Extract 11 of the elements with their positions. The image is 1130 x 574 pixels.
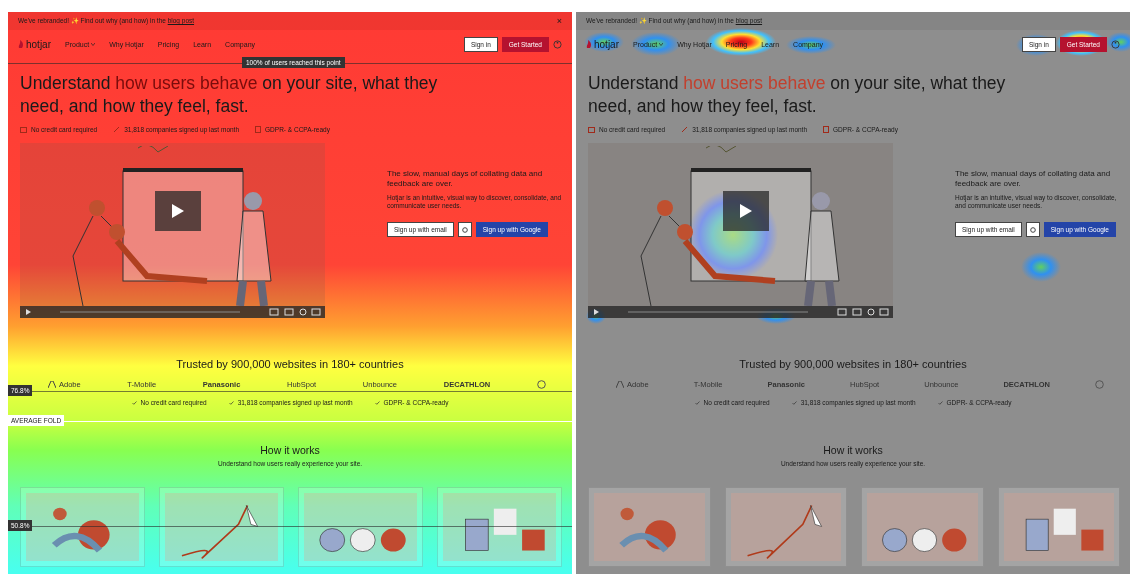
hero-headline: Understand how users behave on your site, what they need, and how they feel, fast. <box>588 72 1007 118</box>
close-button[interactable]: × <box>556 16 562 26</box>
section-title: How it works <box>822 444 884 456</box>
section-heading: The slow, manual days of collating data and feedback are over. <box>387 169 544 189</box>
logo-text[interactable]: hotjar <box>26 38 51 50</box>
section-heading: The slow, manual days of collating data and feedback are over. <box>955 169 1112 189</box>
trusted-heading: Trusted by 900,000 websites in 180+ countries <box>738 358 968 370</box>
trusted-heading: Trusted by 900,000 websites in 180+ countries <box>175 358 405 370</box>
section-title: How it works <box>259 444 321 456</box>
hero-headline: Understand how users behave on your site, what they need, and how they feel, fast. <box>20 72 439 118</box>
logo-text[interactable]: hotjar <box>594 38 619 50</box>
